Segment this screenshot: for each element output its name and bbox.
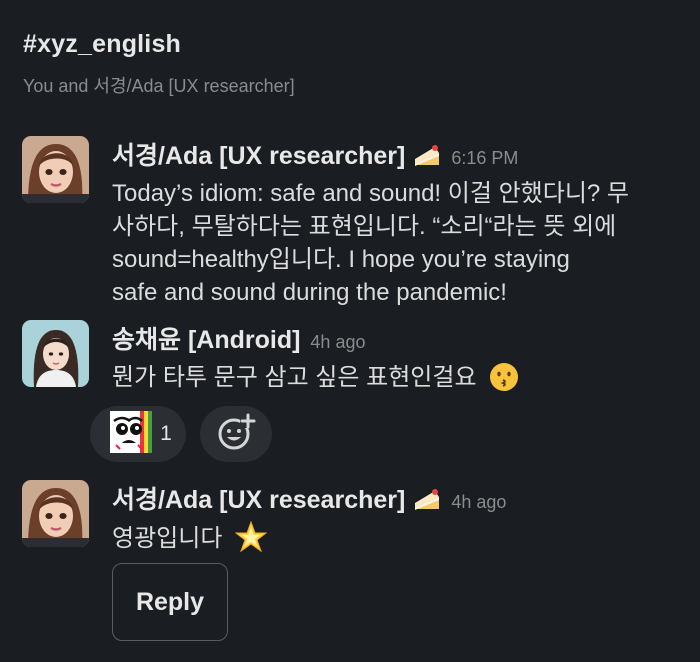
avatar-chaeyun-image (22, 320, 89, 387)
channel-members: You and 서경/Ada [UX researcher] (23, 76, 295, 96)
reaction-count: 1 (160, 422, 172, 445)
message-time[interactable]: 4h ago (451, 492, 506, 513)
message-body: 서경/Ada [UX researcher] 6:16 PM Today’s i… (112, 136, 682, 309)
message-body: 송채윤 [Android] 4h ago 뭔가 타투 문구 삼고 싶은 표현인걸… (112, 320, 682, 401)
message-2: 송채윤 [Android] 4h ago 뭔가 타투 문구 삼고 싶은 표현인걸… (22, 320, 682, 400)
channel-name[interactable]: #xyz_english (23, 30, 295, 59)
message-time[interactable]: 6:16 PM (451, 148, 518, 169)
message-1: 서경/Ada [UX researcher] 6:16 PM Today’s i… (22, 136, 682, 306)
add-reaction-icon (216, 412, 256, 457)
message-text-content: 영광입니다 (112, 525, 223, 552)
message-line: Today’s idiom: safe and sound! 이걸 안했다니? … (112, 180, 630, 207)
author-name[interactable]: 송채윤 [Android] (112, 320, 300, 356)
kissing-face-emoji-icon (489, 362, 519, 401)
reply-button[interactable]: Reply (112, 563, 228, 641)
message-line: sound=healthy입니다. I hope you’re staying (112, 246, 570, 273)
custom-rainbow-face-emoji-icon (110, 410, 153, 458)
avatar-chaeyun[interactable] (22, 320, 89, 387)
author-name[interactable]: 서경/Ada [UX researcher] (112, 480, 405, 516)
reactions-bar: 1 (90, 406, 272, 462)
glowing-star-emoji-icon (234, 520, 268, 562)
cake-icon (413, 487, 441, 516)
avatar-ada-image (22, 136, 89, 203)
message-text: 뭔가 타투 문구 삼고 싶은 표현인걸요 (112, 361, 682, 401)
avatar-ada-image (22, 480, 89, 547)
message-text: Today’s idiom: safe and sound! 이걸 안했다니? … (112, 177, 682, 309)
cake-icon (413, 143, 441, 172)
author-name[interactable]: 서경/Ada [UX researcher] (112, 136, 405, 172)
avatar-ada[interactable] (22, 480, 89, 547)
message-line: safe and sound during the pandemic! (112, 279, 507, 306)
message-meta: 서경/Ada [UX researcher] 4h ago (112, 480, 682, 516)
message-text-content: 뭔가 타투 문구 삼고 싶은 표현인걸요 (112, 364, 477, 391)
message-meta: 송채윤 [Android] 4h ago (112, 320, 682, 356)
message-3: 서경/Ada [UX researcher] 4h ago 영광입니다 (22, 480, 682, 560)
message-body: 서경/Ada [UX researcher] 4h ago 영광입니다 (112, 480, 682, 562)
message-meta: 서경/Ada [UX researcher] 6:16 PM (112, 136, 682, 172)
message-text: 영광입니다 (112, 520, 682, 562)
reaction-pill[interactable]: 1 (90, 406, 186, 462)
message-line: 사하다, 무탈하다는 표현입니다. “소리“라는 뜻 외에 (112, 213, 617, 240)
message-time[interactable]: 4h ago (310, 332, 365, 353)
channel-header: #xyz_english You and 서경/Ada [UX research… (23, 30, 295, 98)
add-reaction-button[interactable] (200, 406, 272, 462)
avatar-ada[interactable] (22, 136, 89, 203)
